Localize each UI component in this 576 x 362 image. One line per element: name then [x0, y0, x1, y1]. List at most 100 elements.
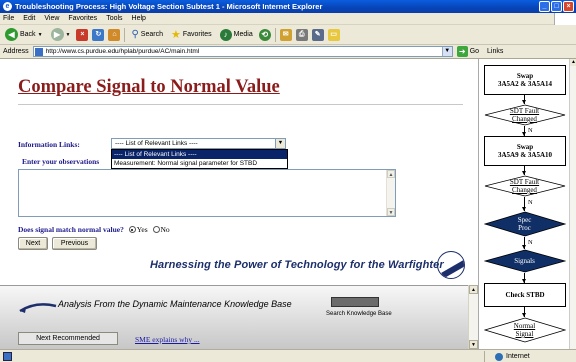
- forward-arrow-icon: ▶: [50, 28, 64, 41]
- go-button[interactable]: ➜ Go: [456, 46, 479, 57]
- media-button[interactable]: ♪ Media: [218, 27, 255, 43]
- menu-tools[interactable]: Tools: [106, 15, 122, 22]
- print-icon[interactable]: ⎙: [295, 28, 308, 41]
- match-question: Does signal match normal value? Yes No: [18, 225, 170, 234]
- windows-logo: [554, 13, 576, 25]
- previous-button[interactable]: Previous: [52, 237, 97, 250]
- page-content: Compare Signal to Normal Value Informati…: [0, 59, 576, 349]
- star-icon: ★: [170, 29, 181, 41]
- minimize-button[interactable]: _: [539, 1, 550, 12]
- swoosh-arrow-icon: [19, 303, 57, 313]
- scroll-up-icon[interactable]: ▲: [469, 285, 478, 294]
- page-icon: [3, 351, 12, 361]
- search-button[interactable]: ⚲ Search: [129, 27, 165, 43]
- flow-arrow: [522, 95, 526, 104]
- flow-diamond-1-label: SDT Fault Changed: [509, 107, 540, 123]
- ie-icon: e: [3, 2, 12, 11]
- menu-favorites[interactable]: Favorites: [68, 15, 97, 22]
- menu-bar: File Edit View Favorites Tools Help: [0, 13, 576, 25]
- scroll-up-icon[interactable]: ▲: [570, 59, 576, 66]
- menu-edit[interactable]: Edit: [23, 15, 35, 22]
- tagline: Harnessing the Power of Technology for t…: [150, 259, 444, 271]
- address-bar: Address http://www.cs.purdue.edu/hplab/p…: [0, 45, 576, 59]
- toolbar-divider: [124, 27, 126, 42]
- observations-textarea[interactable]: ▲ ▼: [18, 169, 396, 217]
- links-button[interactable]: Links: [487, 48, 503, 55]
- refresh-icon[interactable]: ↻: [92, 28, 105, 41]
- flow-diamond-5-label: Normal Signal: [513, 322, 536, 338]
- favorites-button[interactable]: ★ Favorites: [169, 27, 214, 43]
- chevron-down-icon[interactable]: ▼: [275, 139, 285, 148]
- address-input[interactable]: http://www.cs.purdue.edu/hplab/purdue/AC…: [32, 46, 453, 57]
- observations-label: Enter your observations: [22, 157, 100, 166]
- page-icon: [34, 47, 43, 56]
- flow-arrow: [522, 307, 526, 317]
- flow-box-swap-1[interactable]: Swap 3A5A2 & 3A5A14: [484, 65, 566, 95]
- page-title: Compare Signal to Normal Value: [18, 77, 280, 97]
- scroll-down-icon[interactable]: ▼: [469, 340, 478, 349]
- window-title: Troubleshooting Process: High Voltage Se…: [15, 2, 323, 11]
- globe-icon: [495, 352, 503, 361]
- stop-icon[interactable]: ×: [76, 28, 89, 41]
- yes-radio[interactable]: [128, 226, 136, 233]
- menu-view[interactable]: View: [44, 15, 59, 22]
- dropdown-option[interactable]: Measurement: Normal signal parameter for…: [112, 159, 287, 168]
- yes-label: Yes: [136, 225, 148, 234]
- flow-n-label: N: [528, 239, 533, 246]
- maximize-button[interactable]: □: [551, 1, 562, 12]
- flow-arrow: [522, 237, 526, 249]
- scroll-down-icon[interactable]: ▼: [387, 208, 395, 216]
- menu-file[interactable]: File: [3, 15, 14, 22]
- flow-box-swap-2[interactable]: Swap 3A5A9 & 3A5A10: [484, 136, 566, 166]
- menu-help[interactable]: Help: [132, 15, 146, 22]
- media-icon: ♪: [219, 28, 232, 41]
- go-arrow-icon: ➜: [456, 46, 468, 57]
- home-icon[interactable]: ⌂: [108, 28, 121, 41]
- info-links-select[interactable]: ---- List of Relevant Links ---- ▼: [111, 138, 286, 149]
- scroll-up-icon[interactable]: ▲: [387, 170, 395, 178]
- flow-diamond-4-label: Signals: [514, 257, 535, 265]
- title-bar: e Troubleshooting Process: High Voltage …: [0, 0, 576, 13]
- edit-icon[interactable]: ✎: [311, 28, 324, 41]
- next-recommended-button[interactable]: Next Recommended: [18, 332, 118, 345]
- no-label: No: [160, 225, 170, 234]
- jet-logo: [437, 251, 465, 279]
- flow-arrow: [522, 126, 526, 136]
- next-button[interactable]: Next: [18, 237, 48, 250]
- security-zone: Internet: [484, 351, 576, 362]
- search-icon: ⚲: [131, 29, 139, 40]
- back-button[interactable]: ◀ Back ▼: [3, 27, 45, 43]
- divider: [18, 104, 463, 106]
- status-bar: Internet: [0, 349, 576, 362]
- back-arrow-icon: ◀: [5, 28, 18, 41]
- match-question-label: Does signal match normal value?: [18, 225, 124, 234]
- flow-diamond-3-label: Spec Proc: [517, 216, 532, 232]
- flowchart-scrollbar[interactable]: ▲: [569, 59, 576, 349]
- textarea-scrollbar[interactable]: ▲ ▼: [386, 170, 395, 216]
- toolbar: ◀ Back ▼ ▶ ▼ × ↻ ⌂ ⚲ Search ★ Favorites …: [0, 25, 576, 45]
- kb-scrollbar[interactable]: ▲ ▼: [468, 285, 478, 349]
- flow-arrow: [522, 166, 526, 175]
- chevron-down-icon: ▼: [65, 31, 71, 38]
- kb-title: Analysis From the Dynamic Maintenance Kn…: [58, 299, 292, 309]
- history-icon[interactable]: ⟲: [258, 28, 271, 41]
- toolbar-divider: [274, 27, 276, 42]
- flow-box-check-stbd[interactable]: Check STBD: [484, 283, 566, 307]
- flow-arrow: [522, 273, 526, 283]
- main-frame: Compare Signal to Normal Value Informati…: [0, 59, 468, 285]
- mail-icon[interactable]: ✉: [279, 28, 292, 41]
- flow-arrow: [522, 197, 526, 211]
- search-kb-button[interactable]: [331, 297, 379, 307]
- info-links-dropdown[interactable]: ---- List of Relevant Links ---- Measure…: [111, 149, 288, 169]
- forward-button[interactable]: ▶ ▼: [49, 27, 73, 43]
- info-links-label: Information Links:: [18, 140, 80, 149]
- folder-icon[interactable]: ▭: [327, 28, 340, 41]
- dropdown-option[interactable]: ---- List of Relevant Links ----: [112, 150, 287, 159]
- close-button[interactable]: ×: [563, 1, 574, 12]
- no-radio[interactable]: [152, 226, 160, 233]
- flow-n-label: N: [528, 199, 533, 206]
- search-kb-label: Search Knowledge Base: [326, 311, 392, 317]
- chevron-down-icon[interactable]: ▼: [441, 47, 452, 56]
- sme-explains-link[interactable]: SME explains why ...: [135, 335, 200, 344]
- chevron-down-icon: ▼: [37, 31, 43, 38]
